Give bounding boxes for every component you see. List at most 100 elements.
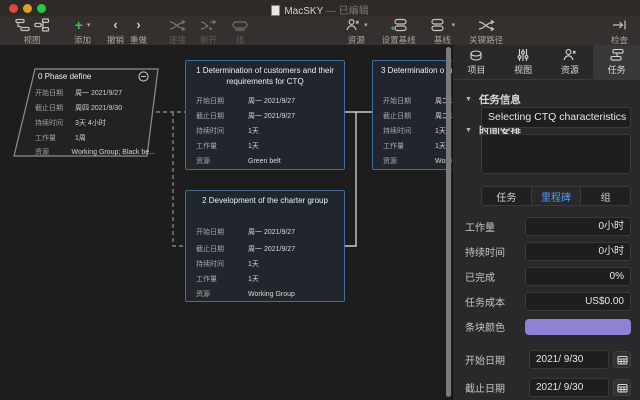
summary-node-phase-define[interactable]: 0 Phase define 开始日期周一 2021/9/27 截止日期周四 2… (13, 68, 159, 157)
canvas-vertical-scrollbar[interactable] (446, 47, 451, 397)
node-field-row: 资源Green belt (196, 158, 340, 166)
chevron-down-icon: ▾ (364, 21, 368, 29)
segment-group[interactable]: 组 (580, 187, 630, 205)
field-row-duration: 持续时间 0小时 (465, 242, 631, 261)
undo-icon: ‹ (113, 17, 117, 33)
node-field-row: 资源Workin (383, 158, 452, 166)
task-name-input[interactable]: Selecting CTQ characteristics (481, 107, 631, 128)
field-row-work: 工作量 0小时 (465, 217, 631, 236)
node-field-row: 持续时间1天 (196, 261, 340, 269)
task-node-3[interactable]: 3 Determination o ams 开始日期周二 20 截止日期周二 2… (372, 60, 452, 170)
start-date-calendar-button[interactable] (613, 351, 631, 368)
people-icon (562, 48, 577, 62)
inspector-toggle-icon (612, 19, 627, 31)
tab-resources[interactable]: 资源 (547, 45, 594, 79)
node-title: 3 Determination o ams (373, 61, 452, 77)
collapse-minus-icon[interactable] (138, 71, 149, 82)
disclosure-triangle[interactable]: ▼ (465, 96, 472, 103)
app-window: MacSKY — 已编辑 视图 +▾ 添加 ‹ 撤销 › 重做 连接 (0, 0, 640, 400)
node-field-row: 持续时间1天 (196, 128, 340, 136)
baseline-icon (430, 18, 448, 32)
calendar-icon (617, 355, 628, 365)
node-field-row: 工作量1周 (35, 135, 155, 143)
node-field-row: 持续时间3天 4小时 (35, 120, 155, 128)
node-title: 1 Determination of customers and their r… (186, 61, 344, 87)
node-field-row: 工作量1天 (383, 143, 452, 151)
field-row-cost: 任务成本 US$0.00 (465, 292, 631, 311)
network-diagram-canvas[interactable]: 0 Phase define 开始日期周一 2021/9/27 截止日期周四 2… (0, 45, 452, 400)
duration-input[interactable]: 0小时 (525, 242, 631, 261)
group-icon (231, 19, 249, 32)
toolbar-connect-button[interactable]: 连接 (169, 17, 186, 46)
section-title-task-info: 任务信息 (479, 92, 521, 107)
connect-icon (169, 19, 186, 32)
end-date-calendar-button[interactable] (613, 379, 631, 396)
tab-project[interactable]: 项目 (453, 45, 500, 79)
node-field-row: 开始日期周一 2021/9/27 (35, 90, 155, 98)
toolbar-disconnect-button[interactable]: 断开 (200, 17, 217, 46)
field-row-complete: 已完成 0% (465, 267, 631, 286)
task-notes-input[interactable] (481, 134, 631, 174)
segment-milestone[interactable]: 里程碑 (531, 187, 581, 205)
node-field-row: 资源Working Group (196, 291, 340, 299)
node-field-row: 资源Working Group; Black be... (35, 149, 155, 157)
tab-view[interactable]: 视图 (500, 45, 547, 79)
calendar-icon (617, 383, 628, 393)
toolbar-view-button[interactable]: 视图 (6, 17, 58, 46)
plus-icon: + (75, 19, 83, 31)
node-field-row: 工作量1天 (196, 143, 340, 151)
toolbar-group-button[interactable]: 组 (231, 17, 249, 46)
inspector-tab-bar: 项目 视图 资源 任务 (453, 45, 640, 80)
project-icon (468, 48, 484, 62)
window-title: MacSKY — 已编辑 (0, 2, 640, 17)
chevron-down-icon: ▾ (452, 21, 456, 29)
field-row-bar-color: 条块颜色 (465, 317, 631, 336)
node-field-row: 开始日期周二 20 (383, 98, 452, 106)
task-node-1[interactable]: 1 Determination of customers and their r… (185, 60, 345, 170)
segment-task[interactable]: 任务 (482, 187, 531, 205)
node-title: 2 Development of the charter group (186, 191, 344, 207)
redo-icon: › (136, 17, 140, 33)
sliders-icon (516, 48, 530, 62)
node-field-row: 截止日期周二 20 (383, 113, 452, 121)
node-title: 0 Phase define (38, 72, 91, 81)
bar-color-swatch[interactable] (525, 319, 631, 335)
work-amount-input[interactable]: 0小时 (525, 217, 631, 236)
toolbar-set-baseline-button[interactable]: 设置基线 (382, 17, 416, 46)
node-field-row: 开始日期周一 2021/9/27 (196, 229, 340, 237)
set-baseline-icon (390, 18, 408, 32)
disconnect-icon (200, 19, 217, 32)
task-layers-icon (609, 48, 625, 62)
person-icon (345, 18, 360, 32)
toolbar-undo-button[interactable]: ‹ 撤销 (107, 17, 124, 46)
tab-task[interactable]: 任务 (593, 45, 640, 79)
node-field-row: 截止日期周四 2021/9/30 (35, 105, 155, 113)
node-field-row: 截止日期周一 2021/9/27 (196, 246, 340, 254)
title-bar: MacSKY — 已编辑 (0, 0, 640, 16)
document-icon (271, 5, 280, 16)
node-field-row: 开始日期周一 2021/9/27 (196, 98, 340, 106)
task-type-segmented-control: 任务 里程碑 组 (481, 186, 631, 206)
toolbar-resources-button[interactable]: ▾ 资源 (345, 17, 368, 46)
toolbar-critical-path-button[interactable]: 关键路径 (469, 17, 503, 46)
start-date-input[interactable]: 2021/ 9/30 (529, 350, 609, 369)
node-field-row: 截止日期周一 2021/9/27 (196, 113, 340, 121)
task-node-2[interactable]: 2 Development of the charter group 开始日期周… (185, 190, 345, 302)
task-cost-input[interactable]: US$0.00 (525, 292, 631, 311)
field-row-end-date: 截止日期 2021/ 9/30 (465, 378, 631, 397)
toolbar-inspect-button[interactable]: 检查 (611, 17, 628, 46)
toolbar-baseline-button[interactable]: ▾ 基线 (430, 17, 456, 46)
node-field-row: 持续时间1天 (383, 128, 452, 136)
node-field-row: 工作量1天 (196, 276, 340, 284)
toolbar-add-button[interactable]: +▾ 添加 (74, 17, 91, 46)
chevron-down-icon: ▾ (87, 21, 91, 29)
outline-view-icon (15, 18, 31, 32)
toolbar: 视图 +▾ 添加 ‹ 撤销 › 重做 连接 断开 组 ▾ 资源 (0, 16, 640, 45)
toolbar-redo-button[interactable]: › 重做 (130, 17, 147, 46)
disclosure-triangle[interactable]: ▼ (465, 127, 472, 134)
critical-path-icon (478, 19, 495, 32)
end-date-input[interactable]: 2021/ 9/30 (529, 378, 609, 397)
percent-complete-input[interactable]: 0% (525, 267, 631, 286)
field-row-start-date: 开始日期 2021/ 9/30 (465, 350, 631, 369)
inspector-sidebar: 项目 视图 资源 任务 ▼ 任务信息 Selecting CTQ charact… (452, 45, 640, 400)
